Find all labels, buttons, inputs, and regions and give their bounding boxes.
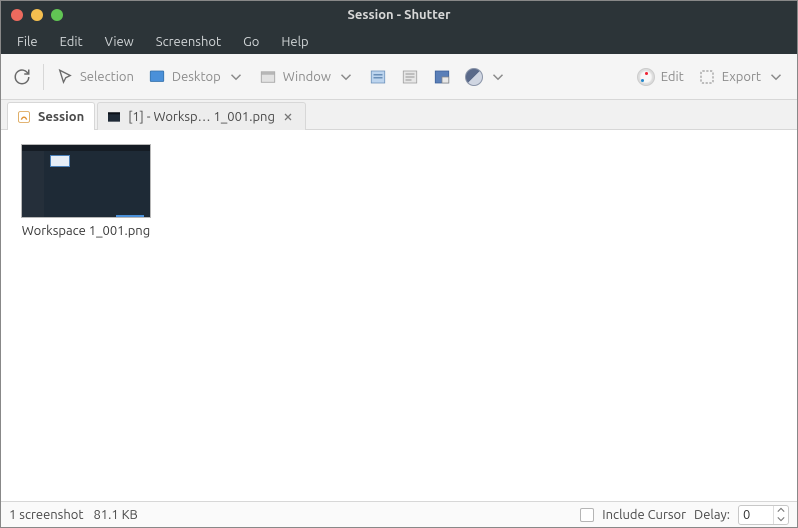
desktop-icon xyxy=(148,68,166,86)
chevron-down-icon xyxy=(777,516,785,522)
selection-label: Selection xyxy=(80,70,134,84)
screenshot-item[interactable]: Workspace 1_001.png xyxy=(11,144,161,238)
menu-capture-icon xyxy=(369,68,387,86)
menu-edit[interactable]: Edit xyxy=(50,32,93,52)
delay-spinner[interactable] xyxy=(738,505,789,525)
cursor-icon xyxy=(56,68,74,86)
image-file-icon xyxy=(106,109,122,125)
tab-close-button[interactable] xyxy=(281,110,295,124)
session-content: Workspace 1_001.png xyxy=(1,130,797,501)
include-cursor-label: Include Cursor xyxy=(602,508,686,522)
menu-view[interactable]: View xyxy=(95,32,144,52)
export-icon xyxy=(698,68,716,86)
status-bar: 1 screenshot 81.1 KB Include Cursor Dela… xyxy=(1,501,797,527)
delay-step-up[interactable] xyxy=(774,506,788,515)
tab-session[interactable]: Session xyxy=(7,102,95,130)
edit-label: Edit xyxy=(661,70,684,84)
session-icon xyxy=(16,109,32,125)
menu-file[interactable]: File xyxy=(7,32,48,52)
window-icon xyxy=(259,68,277,86)
palette-icon xyxy=(637,68,655,86)
toolbar: Selection Desktop Window Edit Export xyxy=(1,54,797,100)
window-button[interactable]: Window xyxy=(257,64,357,90)
delay-input[interactable] xyxy=(739,506,773,524)
screenshot-caption: Workspace 1_001.png xyxy=(22,224,150,238)
color-picker-button[interactable] xyxy=(463,64,509,90)
close-icon xyxy=(282,111,294,123)
desktop-label: Desktop xyxy=(172,70,221,84)
tab-file-label: [1] - Worksp… 1_001.png xyxy=(128,110,275,124)
menu-help[interactable]: Help xyxy=(271,32,318,52)
shade-icon xyxy=(465,68,483,86)
tab-file[interactable]: [1] - Worksp… 1_001.png xyxy=(97,102,306,130)
desktop-button[interactable]: Desktop xyxy=(146,64,247,90)
separator xyxy=(43,64,44,90)
chevron-up-icon xyxy=(777,507,785,513)
status-size: 81.1 KB xyxy=(93,508,137,522)
include-cursor-checkbox[interactable] xyxy=(580,508,594,522)
redo-button[interactable] xyxy=(11,66,33,88)
window-label: Window xyxy=(283,70,331,84)
menu-bar: File Edit View Screenshot Go Help xyxy=(1,29,797,54)
menu-screenshot[interactable]: Screenshot xyxy=(146,32,231,52)
titlebar: Session - Shutter xyxy=(1,1,797,29)
menu-go[interactable]: Go xyxy=(233,32,269,52)
status-count: 1 screenshot xyxy=(9,508,83,522)
tab-strip: Session [1] - Worksp… 1_001.png xyxy=(1,100,797,130)
chevron-down-icon xyxy=(767,68,785,86)
edit-button[interactable]: Edit xyxy=(635,64,686,90)
chevron-down-icon xyxy=(227,68,245,86)
delay-label: Delay: xyxy=(694,508,730,522)
export-button[interactable]: Export xyxy=(696,64,787,90)
delay-step-down[interactable] xyxy=(774,515,788,524)
chevron-down-icon xyxy=(489,68,507,86)
tooltip-capture-icon xyxy=(401,68,419,86)
web-capture-button[interactable] xyxy=(431,66,453,88)
screenshot-thumbnail xyxy=(21,144,151,218)
window-title: Session - Shutter xyxy=(1,8,797,22)
tooltip-capture-button[interactable] xyxy=(399,66,421,88)
chevron-down-icon xyxy=(337,68,355,86)
tab-session-label: Session xyxy=(38,110,84,124)
menu-capture-button[interactable] xyxy=(367,66,389,88)
selection-button[interactable]: Selection xyxy=(54,64,136,90)
export-label: Export xyxy=(722,70,761,84)
web-capture-icon xyxy=(433,68,451,86)
refresh-icon xyxy=(13,68,31,86)
